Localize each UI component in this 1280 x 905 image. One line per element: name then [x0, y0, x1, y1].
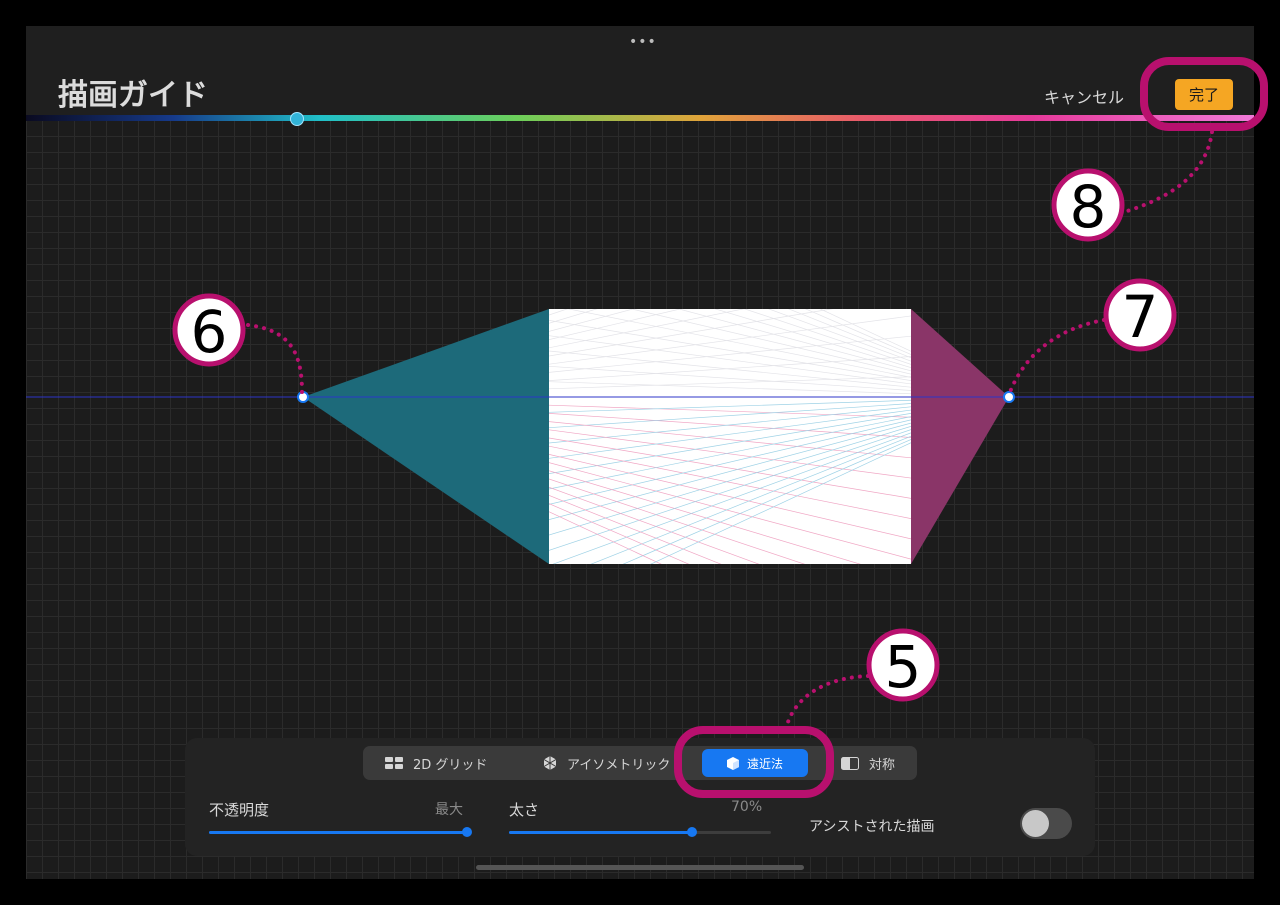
annotation-badge-8: 8: [1051, 168, 1125, 242]
annotation-badge-5: 5: [866, 628, 940, 702]
annotation-number-5: 5: [885, 633, 922, 701]
done-button-highlight: [1140, 57, 1268, 131]
annotation-badge-6: 6: [172, 293, 246, 367]
annotation-connector-8: [1122, 130, 1214, 214]
annotation-number-8: 8: [1070, 173, 1107, 241]
perspective-mode-highlight: [674, 726, 834, 798]
annotation-connector-5: [786, 674, 870, 724]
annotation-badge-7: 7: [1103, 278, 1177, 352]
annotation-connector-6: [246, 323, 304, 394]
annotation-number-6: 6: [191, 298, 228, 366]
tutorial-annotations: 8 6 7 5: [172, 57, 1268, 798]
annotation-connector-7: [1008, 318, 1106, 394]
annotation-number-7: 7: [1122, 283, 1159, 351]
